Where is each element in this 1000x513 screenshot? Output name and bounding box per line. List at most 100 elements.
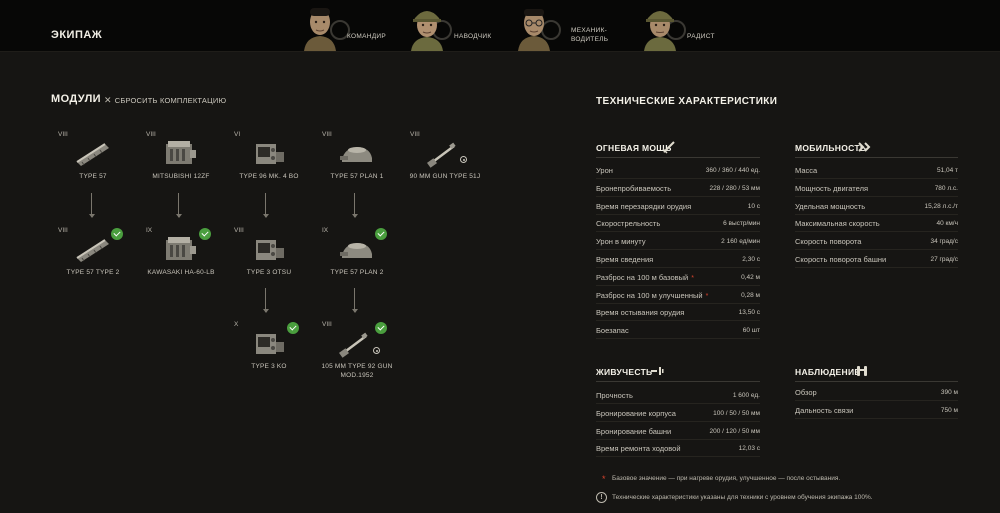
spec-label: Боезапас: [596, 326, 629, 335]
module-gun-2[interactable]: VIII 105 MM TYPE 92 GUN MOD.1952: [321, 321, 392, 381]
modules-title: МОДУЛИ: [51, 93, 101, 105]
spec-label: Время сведения: [596, 255, 653, 264]
upgrade-arrow: [88, 193, 95, 218]
spec-label-text: Урон в минуту: [596, 237, 646, 247]
spec-value: 15,28 л.с./т: [924, 202, 958, 210]
spec-label: Урон: [596, 166, 613, 175]
module-radio-3[interactable]: X TYPE 3 KO: [234, 321, 304, 381]
crew-role-label: НАВОДЧИК: [454, 33, 492, 40]
crew-role-label: РАДИСТ: [687, 33, 715, 40]
module-tier: VIII: [58, 131, 68, 138]
module-engine-1[interactable]: VIII MITSUBISHI 12ZF: [146, 131, 216, 191]
spec-row: Скорость поворота 34 град/с: [795, 233, 959, 251]
crosshair-icon: [460, 156, 467, 163]
survivability-icon: [651, 367, 664, 375]
asterisk-mark: *: [705, 292, 709, 300]
spec-label: Мощность двигателя: [795, 184, 868, 193]
tracks-icon: [76, 239, 109, 262]
upgrade-arrow: [262, 288, 269, 313]
spec-row: Урон 360 / 360 / 440 ед.: [596, 162, 760, 179]
spec-value: 2,30 с: [742, 256, 760, 263]
spec-row: Бронепробиваемость 228 / 280 / 53 мм: [596, 180, 760, 197]
survivability-title: ЖИВУЧЕСТЬ: [596, 367, 653, 377]
firepower-title: ОГНЕВАЯ МОЩЬ: [596, 143, 672, 153]
spec-label-text: Скорость поворота башни: [795, 255, 887, 264]
spec-label: Обзор: [795, 388, 817, 397]
crew-title: ЭКИПАЖ: [51, 29, 103, 41]
spec-label: Скорость поворота башни: [795, 255, 886, 264]
spec-label: Время остывания орудия: [596, 308, 684, 317]
spec-label-text: Бронирование корпуса: [596, 408, 676, 418]
crosshair-icon: [373, 347, 380, 354]
tracks-icon: [76, 143, 109, 166]
spec-label-text: Обзор: [795, 388, 817, 397]
spec-row: Удельная мощность 15,28 л.с./т: [795, 198, 958, 215]
reset-label: СБРОСИТЬ КОМПЛЕКТАЦИЮ: [114, 96, 227, 105]
spec-value: 0,42 м: [741, 273, 760, 281]
module-tracks-2[interactable]: VIII TYPE 57 TYPE 2: [58, 227, 128, 287]
spec-label-text: Бронепробиваемость: [596, 183, 672, 193]
spec-row: Время перезарядки орудия 10 с: [596, 198, 760, 215]
reset-configuration-button[interactable]: ✕ СБРОСИТЬ КОМПЛЕКТАЦИЮ: [104, 95, 226, 106]
module-name: TYPE 57 PLAN 2: [330, 269, 384, 276]
module-tier: X: [234, 321, 239, 328]
divider: [795, 381, 958, 382]
spec-value: 34 град/с: [930, 238, 959, 246]
crew-member-commander[interactable]: КОМАНДИР: [300, 4, 386, 51]
spec-value: 200 / 120 / 50 мм: [709, 427, 761, 435]
spec-label-text: Разброс на 100 м базовый: [596, 272, 689, 282]
spec-value: 0,28 м: [741, 291, 760, 299]
crew-bar: ЭКИПАЖ КОМАНДИР НАВОДЧИК МЕХАНИК- ВОДИТЕ…: [0, 0, 1000, 52]
module-name: 90 MM GUN TYPE 51J: [409, 173, 481, 180]
spec-label: Удельная мощность: [795, 202, 865, 211]
module-tier: IX: [322, 227, 329, 234]
binoculars-icon: [857, 366, 867, 376]
module-tier: VI: [234, 131, 241, 138]
spec-label: Урон в минуту: [596, 237, 646, 246]
crew-member-driver[interactable]: МЕХАНИК- ВОДИТЕЛЬ: [514, 4, 608, 51]
spec-row: Максимальная скорость 40 км/ч: [795, 215, 958, 233]
module-turret-2[interactable]: IX TYPE 57 PLAN 2: [322, 227, 392, 287]
spec-label: Бронирование башни: [596, 427, 671, 436]
spec-row: Время остывания орудия 13,50 с: [596, 304, 760, 322]
spec-row: Разброс на 100 м улучшенный * 0,28 м: [596, 287, 760, 304]
module-tier: VIII: [146, 131, 156, 138]
spec-row: Дальность связи 750 м: [795, 402, 958, 419]
spec-value: 360 / 360 / 440 ед.: [705, 167, 760, 174]
spec-label-text: Бронирование башни: [596, 426, 672, 436]
radio-module-icon: [256, 240, 284, 260]
spec-value: 390 м: [940, 389, 958, 396]
researched-check-icon: [375, 322, 387, 334]
commander-portrait: [300, 6, 340, 51]
module-name-line2: MOD.1952: [340, 372, 374, 379]
module-radio-1[interactable]: VI TYPE 96 MK. 4 BO: [234, 131, 304, 191]
module-tracks-1[interactable]: VIII TYPE 57: [58, 131, 128, 191]
module-turret-1[interactable]: VIII TYPE 57 PLAN 1: [322, 131, 392, 191]
spec-value: 51,04 т: [936, 167, 958, 174]
engine-icon: [166, 141, 196, 164]
module-engine-2[interactable]: IX KAWASAKI HA-60-LB: [146, 227, 216, 287]
spec-label-text: Разброс на 100 м улучшенный: [596, 290, 703, 300]
researched-check-icon: [375, 228, 387, 240]
spec-label: Максимальная скорость: [795, 219, 880, 228]
spec-row: Скорострельность 6 выстр/мин: [596, 215, 760, 233]
module-gun-1[interactable]: VIII 90 MM GUN TYPE 51J: [410, 131, 480, 191]
crew-member-gunner[interactable]: НАВОДЧИК: [407, 4, 492, 51]
divider: [596, 157, 760, 158]
spec-row: Урон в минуту 2 160 ед/мин: [596, 233, 760, 251]
spec-value: 228 / 280 / 53 мм: [709, 184, 761, 192]
observation-title: НАБЛЮДЕНИЕ: [795, 367, 861, 377]
module-tier: VIII: [322, 131, 332, 138]
spec-row: Разброс на 100 м базовый * 0,42 м: [596, 269, 760, 286]
module-radio-2[interactable]: VIII TYPE 3 OTSU: [234, 227, 304, 287]
mobility-icon: [858, 142, 871, 152]
spec-label: Время ремонта ходовой: [596, 444, 681, 453]
spec-label: Разброс на 100 м улучшенный *: [596, 291, 708, 300]
gunner-portrait: [407, 6, 447, 51]
crew-member-radio[interactable]: РАДИСТ: [640, 4, 720, 51]
spec-label-text: Время перезарядки орудия: [596, 201, 692, 211]
driver-portrait: [514, 6, 554, 51]
researched-check-icon: [287, 322, 299, 334]
footnote-asterisk: *: [602, 474, 606, 484]
spec-label: Масса: [795, 166, 817, 175]
